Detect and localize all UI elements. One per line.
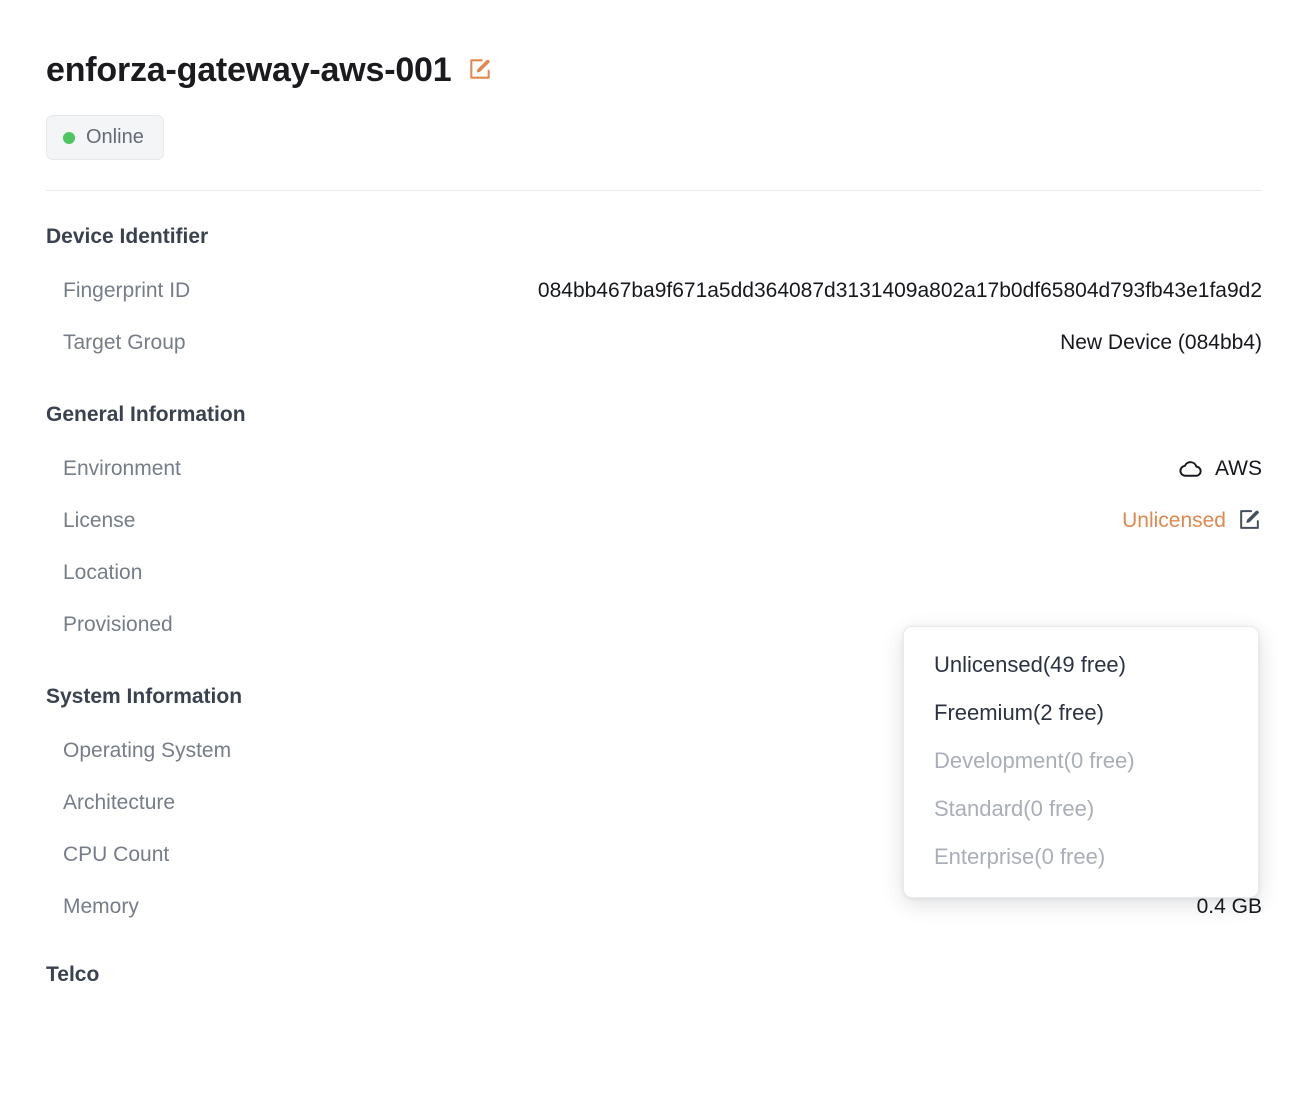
header-divider	[46, 190, 1262, 192]
status-label: Online	[86, 126, 144, 149]
status-badge: Online	[46, 115, 164, 161]
row-fingerprint-id: Fingerprint ID 084bb467ba9f671a5dd364087…	[46, 265, 1262, 317]
section-title: Device Identifier	[46, 225, 209, 249]
section-device-identifier: Device Identifier Fingerprint ID 084bb46…	[46, 225, 1262, 369]
edit-pencil-icon	[467, 56, 493, 85]
section-title: Telco	[46, 963, 100, 987]
edit-pencil-icon	[1237, 507, 1262, 535]
row-label: Target Group	[63, 331, 186, 355]
license-option-enterprise: Enterprise(0 free)	[934, 844, 1106, 869]
license-value: Unlicensed	[1122, 509, 1226, 533]
section-telco: Telco	[46, 963, 1262, 987]
row-value: 0.4 GB	[1196, 895, 1262, 919]
page-header: enforza-gateway-aws-001	[46, 0, 1262, 89]
row-value: AWS	[1214, 457, 1262, 481]
row-label: Fingerprint ID	[63, 279, 191, 303]
row-value: New Device (084bb4)	[1060, 331, 1262, 355]
row-license: License Unlicensed	[46, 495, 1262, 547]
cloud-icon	[1178, 456, 1204, 482]
status-row: Online	[46, 115, 1262, 161]
row-label: License	[63, 509, 136, 533]
license-option-development: Development(0 free)	[934, 748, 1135, 773]
row-value-wrapper: Unlicensed	[1122, 507, 1262, 535]
row-value: 084bb467ba9f671a5dd364087d3131409a802a17…	[537, 279, 1262, 303]
row-label: Environment	[63, 457, 181, 481]
page-title: enforza-gateway-aws-001	[46, 51, 452, 89]
section-title: General Information	[46, 403, 246, 427]
device-detail-page: enforza-gateway-aws-001 Online Device Id…	[0, 0, 1308, 1110]
edit-device-name-button[interactable]	[467, 56, 493, 85]
row-label: Provisioned	[63, 613, 173, 637]
row-label: Location	[63, 561, 143, 585]
edit-license-button[interactable]	[1237, 507, 1262, 535]
row-target-group: Target Group New Device (084bb4)	[46, 317, 1262, 369]
section-general-information: General Information Environment AWS Lice…	[46, 403, 1262, 651]
row-label: Architecture	[63, 791, 176, 815]
license-dropdown-menu: Unlicensed(49 free) Freemium(2 free) Dev…	[903, 626, 1259, 898]
license-option-freemium[interactable]: Freemium(2 free)	[904, 689, 1258, 737]
row-environment: Environment AWS	[46, 443, 1262, 495]
status-dot-icon	[63, 131, 75, 144]
row-label: Operating System	[63, 739, 232, 763]
row-label: CPU Count	[63, 843, 170, 867]
license-option-standard: Standard(0 free)	[934, 796, 1095, 821]
row-value-wrapper: AWS	[1178, 456, 1262, 482]
row-location: Location	[46, 547, 1262, 599]
license-option-unlicensed[interactable]: Unlicensed(49 free)	[904, 641, 1258, 689]
row-label: Memory	[63, 895, 139, 919]
